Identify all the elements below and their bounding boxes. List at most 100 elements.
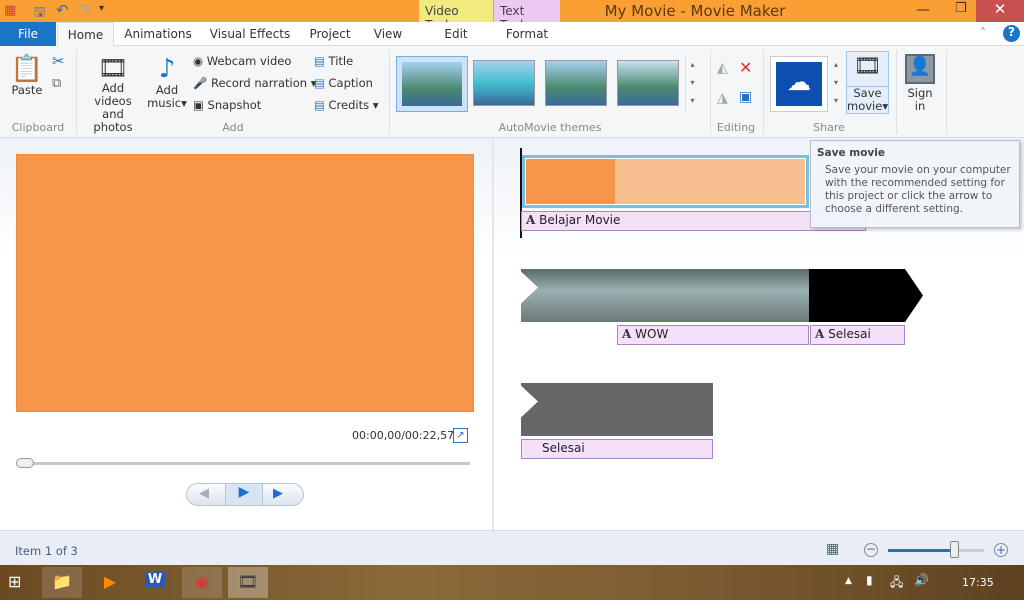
minimize-button[interactable]: —	[916, 2, 930, 18]
music-note-icon: ♪	[158, 54, 176, 84]
taskbar: ⊞ 📁 ▶ W ◉ 🎞 ▲ ▮ 🖧 🔊 17:35	[0, 565, 1024, 600]
onedrive-share-button[interactable]: ☁	[770, 56, 828, 112]
seek-handle[interactable]	[16, 458, 34, 468]
theme-thumbnail	[402, 62, 462, 106]
tab-edit[interactable]: Edit	[419, 22, 493, 46]
chrome-icon[interactable]: ◉	[182, 567, 222, 598]
label: Save	[847, 86, 888, 100]
label: music	[147, 96, 182, 110]
undo-icon[interactable]: ↶	[56, 1, 69, 19]
tab-home[interactable]: Home	[57, 22, 114, 47]
zoom-out-icon[interactable]: −	[864, 543, 878, 557]
ribbon: 📋 Paste ✂ ⧉ Clipboard 🎞 Add videos and p…	[0, 46, 1024, 138]
caption-icon: ▤	[314, 76, 325, 90]
theme-contemporary[interactable]	[473, 60, 535, 106]
clip-1[interactable]	[522, 155, 809, 208]
ribbon-tabs: File Home Animations Visual Effects Proj…	[0, 22, 1024, 47]
status-bar: Item 1 of 3 ▦ − +	[0, 530, 1024, 565]
save-movie-icon: 🎞	[853, 54, 882, 79]
themes-scroll[interactable]: ▴ ▾ ▾	[685, 56, 699, 112]
caption-selesai[interactable]: A Selesai	[810, 325, 905, 345]
divider	[896, 50, 897, 134]
copy-icon[interactable]: ⧉	[52, 76, 61, 91]
select-all-icon[interactable]: ▣	[739, 89, 752, 105]
add-music-button[interactable]: ♪ Add music▾	[147, 54, 187, 110]
clipboard-icon: 📋	[10, 54, 44, 84]
movie-maker-taskbar-icon[interactable]: 🎞	[228, 567, 268, 598]
media-player-icon[interactable]: ▶	[90, 567, 130, 598]
close-button[interactable]: ✕	[976, 0, 1024, 22]
share-scroll[interactable]: ▴ ▾ ▾	[829, 56, 843, 112]
next-frame-icon[interactable]: ▶	[273, 486, 283, 501]
clip-2-black[interactable]	[809, 269, 905, 322]
group-automovie-themes: AutoMovie themes	[498, 121, 602, 134]
zoom-in-icon[interactable]: +	[994, 543, 1008, 557]
credits-button[interactable]: ▤ Credits ▾	[314, 99, 379, 112]
redo-icon[interactable]: ↷	[78, 1, 91, 19]
video-preview[interactable]	[16, 154, 474, 412]
clip-3[interactable]	[521, 383, 713, 436]
clip-2-video[interactable]	[521, 269, 809, 322]
caption-wow[interactable]: A WOW	[617, 325, 809, 345]
previous-frame-icon[interactable]: ◀	[199, 486, 209, 501]
word-icon[interactable]: W	[135, 567, 175, 598]
file-explorer-icon[interactable]: 📁	[42, 567, 82, 598]
save-movie-tooltip: Save movie Save your movie on your compu…	[810, 140, 1020, 228]
zoom-slider-handle[interactable]	[950, 541, 959, 558]
collapse-ribbon-icon[interactable]: ˄	[980, 26, 986, 40]
network-icon[interactable]: 🖧	[890, 573, 903, 594]
clock[interactable]: 17:35	[962, 576, 994, 589]
cut-icon[interactable]: ✂	[52, 52, 65, 70]
battery-icon[interactable]: ▮	[866, 573, 873, 587]
sign-in-button[interactable]: 👤 Sign in	[902, 54, 938, 113]
theme-fade[interactable]	[617, 60, 679, 106]
label: Credits	[328, 98, 370, 112]
text-tools-context: Text Tools	[494, 0, 560, 32]
credits-icon: ▤	[314, 98, 325, 112]
customize-toolbar-icon[interactable]: ▾	[99, 3, 104, 14]
tab-file[interactable]: File	[0, 22, 56, 46]
theme-default[interactable]	[396, 56, 468, 112]
play-icon[interactable]: ▶	[225, 484, 263, 505]
delete-icon[interactable]: ✕	[739, 58, 752, 77]
tab-animations[interactable]: Animations	[118, 22, 198, 46]
group-share: Share	[813, 121, 845, 134]
theme-cinematic[interactable]	[545, 60, 607, 106]
pane-splitter[interactable]	[492, 138, 494, 530]
label: in	[914, 99, 926, 113]
rotate-left-icon[interactable]: ◭	[717, 60, 728, 76]
thumbnail-size-icon[interactable]: ▦	[826, 541, 839, 557]
webcam-icon: ◉	[193, 54, 204, 68]
webcam-video-button[interactable]: ◉ Webcam video	[193, 55, 291, 68]
volume-icon[interactable]: 🔊	[914, 573, 929, 587]
timecode: 00:00,00/00:22,57	[352, 429, 455, 442]
group-clipboard: Clipboard	[11, 121, 65, 134]
title-button[interactable]: ▤ Title	[314, 55, 353, 68]
label: Title	[328, 54, 354, 68]
record-narration-button[interactable]: 🎤 Record narration ▾	[193, 77, 316, 90]
caption-selesai-2[interactable]: Selesai	[521, 439, 713, 459]
zoom-slider[interactable]	[888, 549, 984, 552]
label: Record narration	[210, 76, 308, 90]
tooltip-title: Save movie	[817, 147, 885, 159]
microphone-icon: 🎤	[193, 76, 208, 90]
restore-button[interactable]: ❐	[955, 1, 967, 16]
label: Snapshot	[207, 98, 262, 112]
paste-button[interactable]: 📋 Paste	[10, 54, 44, 97]
fullscreen-icon[interactable]: ↗	[453, 428, 468, 443]
tab-view[interactable]: View	[366, 22, 410, 46]
rotate-right-icon[interactable]: ◮	[717, 90, 728, 106]
paste-label: Paste	[11, 83, 43, 97]
group-add: Add	[222, 121, 244, 134]
show-hidden-icons[interactable]: ▲	[845, 576, 852, 586]
tab-format[interactable]: Format	[494, 22, 560, 46]
caption-button[interactable]: ▤ Caption	[314, 77, 373, 90]
seek-bar[interactable]	[20, 462, 470, 465]
snapshot-button[interactable]: ▣ Snapshot	[193, 99, 261, 112]
help-icon[interactable]: ?	[1003, 25, 1020, 42]
save-movie-button[interactable]: 🎞 Save movie▾	[846, 51, 889, 114]
tooltip-body: Save your movie on your computer with th…	[825, 164, 1011, 215]
tab-project[interactable]: Project	[303, 22, 357, 46]
tab-visual-effects[interactable]: Visual Effects	[205, 22, 295, 46]
start-icon[interactable]: ⊞	[8, 572, 21, 591]
